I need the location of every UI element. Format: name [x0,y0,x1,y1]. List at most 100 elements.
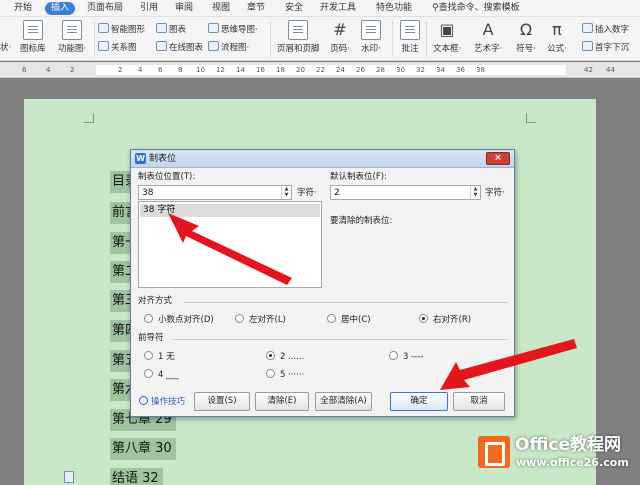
smart-shape-button[interactable]: 智能图形 [98,23,145,37]
tab-stop-list[interactable]: 38 字符 [138,201,322,288]
spinner-arrows-icon[interactable]: ▲ ▼ [470,186,480,199]
document-line[interactable]: 结语 32 [110,468,163,485]
function-chart-button[interactable]: 功能图· [58,20,86,54]
default-tab-unit-dropdown[interactable]: 字符· [485,188,505,199]
mind-map-button[interactable]: 思维导图· [208,23,258,37]
comment-label: 批注 [401,44,419,54]
settings-button[interactable]: 设置(S) [194,392,250,411]
clear-button[interactable]: 清除(E) [255,392,309,411]
header-footer-icon [288,20,309,40]
ruler-number: 22 [316,66,325,74]
flow-chart-button[interactable]: 流程图· [208,41,249,55]
leader-dashes-label: 3 ---- [403,352,424,362]
header-footer-button[interactable]: 页眉和页脚 [277,20,320,54]
symbol-button[interactable]: Ω 符号· [516,20,536,54]
tabs-to-clear-label: 要清除的制表位: [330,216,393,226]
office-logo-icon [478,436,510,468]
leader-dots-label: 2 ...... [280,352,305,362]
dialog-title-bar[interactable]: W 制表位 × [131,150,514,168]
drop-cap-button[interactable]: 首字下沉 [582,41,629,55]
ruler-number: 2 [70,66,75,74]
default-tab-label: 默认制表位(F): [330,172,387,182]
tab-page-layout[interactable]: 页面布局 [87,2,123,15]
ribbon: 状· 图标库 功能图· 智能图形 图表 思维导图· 关系图 在线图表 流程图· … [0,17,640,61]
insert-number-button[interactable]: 插入数字 [582,23,629,37]
horizontal-ruler[interactable]: 6 4 2 2 4 6 8 10 12 14 16 18 20 22 24 26… [0,62,640,78]
align-right-radio[interactable]: 右对齐(R) [419,314,471,326]
search-icon: ⚲ [432,3,439,13]
formula-button[interactable]: π 公式· [547,20,567,54]
relation-chart-label: 关系图 [111,43,137,53]
ruler-number: 44 [606,66,615,74]
textbox-button[interactable]: ▣ 文本框· [433,20,461,54]
tab-chapter[interactable]: 章节 [247,2,265,15]
chart-button[interactable]: 图表 [156,23,186,37]
ok-button[interactable]: 确定 [390,392,448,411]
tips-link-label: 操作技巧 [151,397,186,407]
radio-circle-selected [419,314,428,323]
tab-position-unit-dropdown[interactable]: 字符· [297,188,317,199]
align-center-radio[interactable]: 居中(C) [327,314,371,326]
smart-shape-icon [98,23,109,33]
document-line[interactable]: 第八章 30 [110,438,176,460]
close-button[interactable]: × [486,152,510,165]
online-chart-label: 在线图表 [169,43,204,53]
relation-chart-icon [98,41,109,51]
wordart-button[interactable]: A 艺术字· [474,20,502,54]
relation-chart-button[interactable]: 关系图 [98,41,137,55]
leader-none-radio[interactable]: 1 无 [144,351,175,363]
ribbon-divider [94,21,95,57]
watermark-logo: Office教程网 www.office26.com [478,434,638,474]
tab-position-input[interactable]: 38 ▲ ▼ [138,185,292,200]
tab-features[interactable]: 特色功能 [376,2,412,15]
align-left-radio[interactable]: 左对齐(L) [235,314,286,326]
radio-circle [266,369,275,378]
leader-dashes-radio[interactable]: 3 ---- [389,351,423,363]
ruler-number: 32 [416,66,425,74]
tab-stop-list-item[interactable]: 38 字符 [140,204,320,217]
textbox-icon: ▣ [439,20,455,39]
spinner-arrows-icon[interactable]: ▲ ▼ [281,186,291,199]
comment-button[interactable]: 批注 [400,20,420,54]
radio-circle [235,314,244,323]
leader-underline-radio[interactable]: 4 ___ [144,369,179,381]
ruler-number: 4 [138,66,143,74]
online-chart-button[interactable]: 在线图表 [156,41,203,55]
symbol-icon: Ω [519,20,533,39]
command-search[interactable]: ⚲查找命令、搜索模板 [432,2,520,15]
tab-developer[interactable]: 开发工具 [320,2,356,15]
group-divider [173,339,508,340]
ruler-number: 8 [178,66,183,74]
tab-references[interactable]: 引用 [140,2,158,15]
insert-number-label: 插入数字 [595,25,630,35]
ruler-number: 38 [476,66,485,74]
tab-security[interactable]: 安全 [285,2,303,15]
mind-map-icon [208,23,219,33]
align-left-label: 左对齐(L) [249,315,286,325]
clear-all-button[interactable]: 全部清除(A) [315,392,372,411]
icon-library-button[interactable]: 图标库 [20,20,46,54]
icon-library-label: 图标库 [20,44,46,54]
tab-home[interactable]: 开始 [14,2,32,15]
tips-link[interactable]: 操作技巧 [139,396,185,408]
wps-writer-icon: W [135,153,146,164]
radio-circle [144,351,153,360]
symbol-label: 符号· [516,44,536,54]
ruler-number: 10 [196,66,205,74]
tab-review[interactable]: 审阅 [175,2,193,15]
cancel-button[interactable]: 取消 [453,392,505,411]
page-number-button[interactable]: # 页码· [330,20,350,54]
leader-middot-radio[interactable]: 5 ······ [266,369,304,381]
document-icon[interactable] [64,471,74,483]
watermark-button[interactable]: 水印· [361,20,381,54]
radio-circle [389,351,398,360]
default-tab-input[interactable]: 2 ▲ ▼ [330,185,481,200]
mind-map-label: 思维导图· [221,25,258,35]
tab-insert[interactable]: 插入 [45,2,76,15]
leader-dots-radio[interactable]: 2 ...... [266,351,304,363]
ribbon-fragment-shape[interactable]: 状· [0,41,11,55]
tab-view[interactable]: 视图 [212,2,230,15]
insert-number-icon [582,23,593,33]
align-decimal-radio[interactable]: 小数点对齐(D) [144,314,214,326]
alignment-group-title: 对齐方式 [138,296,173,306]
